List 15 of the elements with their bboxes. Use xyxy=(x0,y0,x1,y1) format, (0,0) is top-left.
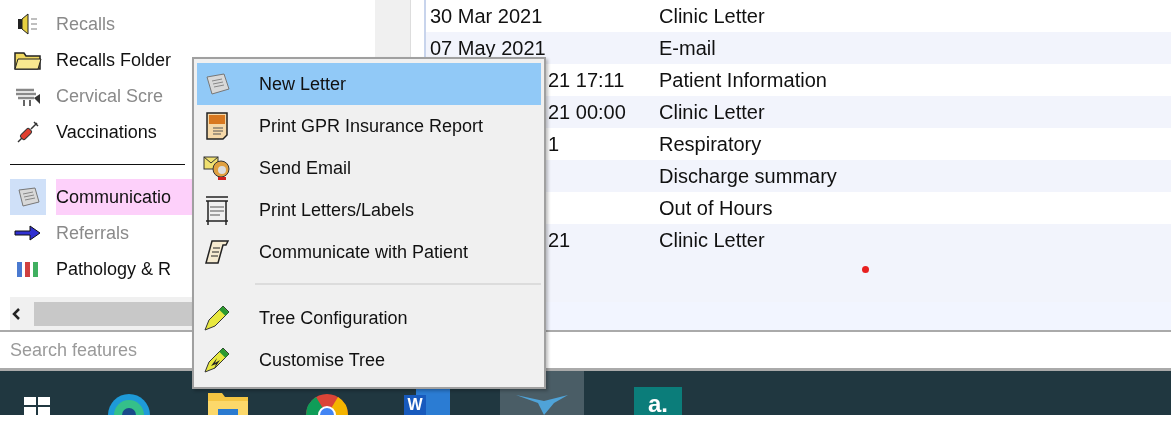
table-cell: Clinic Letter xyxy=(659,228,765,252)
date-cell: 30 Mar 2021 xyxy=(430,4,543,27)
date-cell: 21 00:00 xyxy=(548,100,626,123)
date-cell: 1 xyxy=(548,132,560,155)
table-cell: Discharge summary xyxy=(659,164,837,188)
table-cell: Patient Information xyxy=(659,68,827,92)
table-cell: Out of Hours xyxy=(659,196,773,220)
table-cell: Clinic Letter xyxy=(659,100,765,124)
app-tile-icon: a. xyxy=(634,387,682,415)
date-cell: 21 xyxy=(548,228,571,251)
date-cell: 21 17:11 xyxy=(548,68,625,91)
date-cell: 07 May 2021 xyxy=(430,36,546,59)
table-cell: Clinic Letter xyxy=(659,4,765,28)
table-cell: Respiratory xyxy=(659,132,762,156)
table-cell: E-mail xyxy=(659,36,716,60)
